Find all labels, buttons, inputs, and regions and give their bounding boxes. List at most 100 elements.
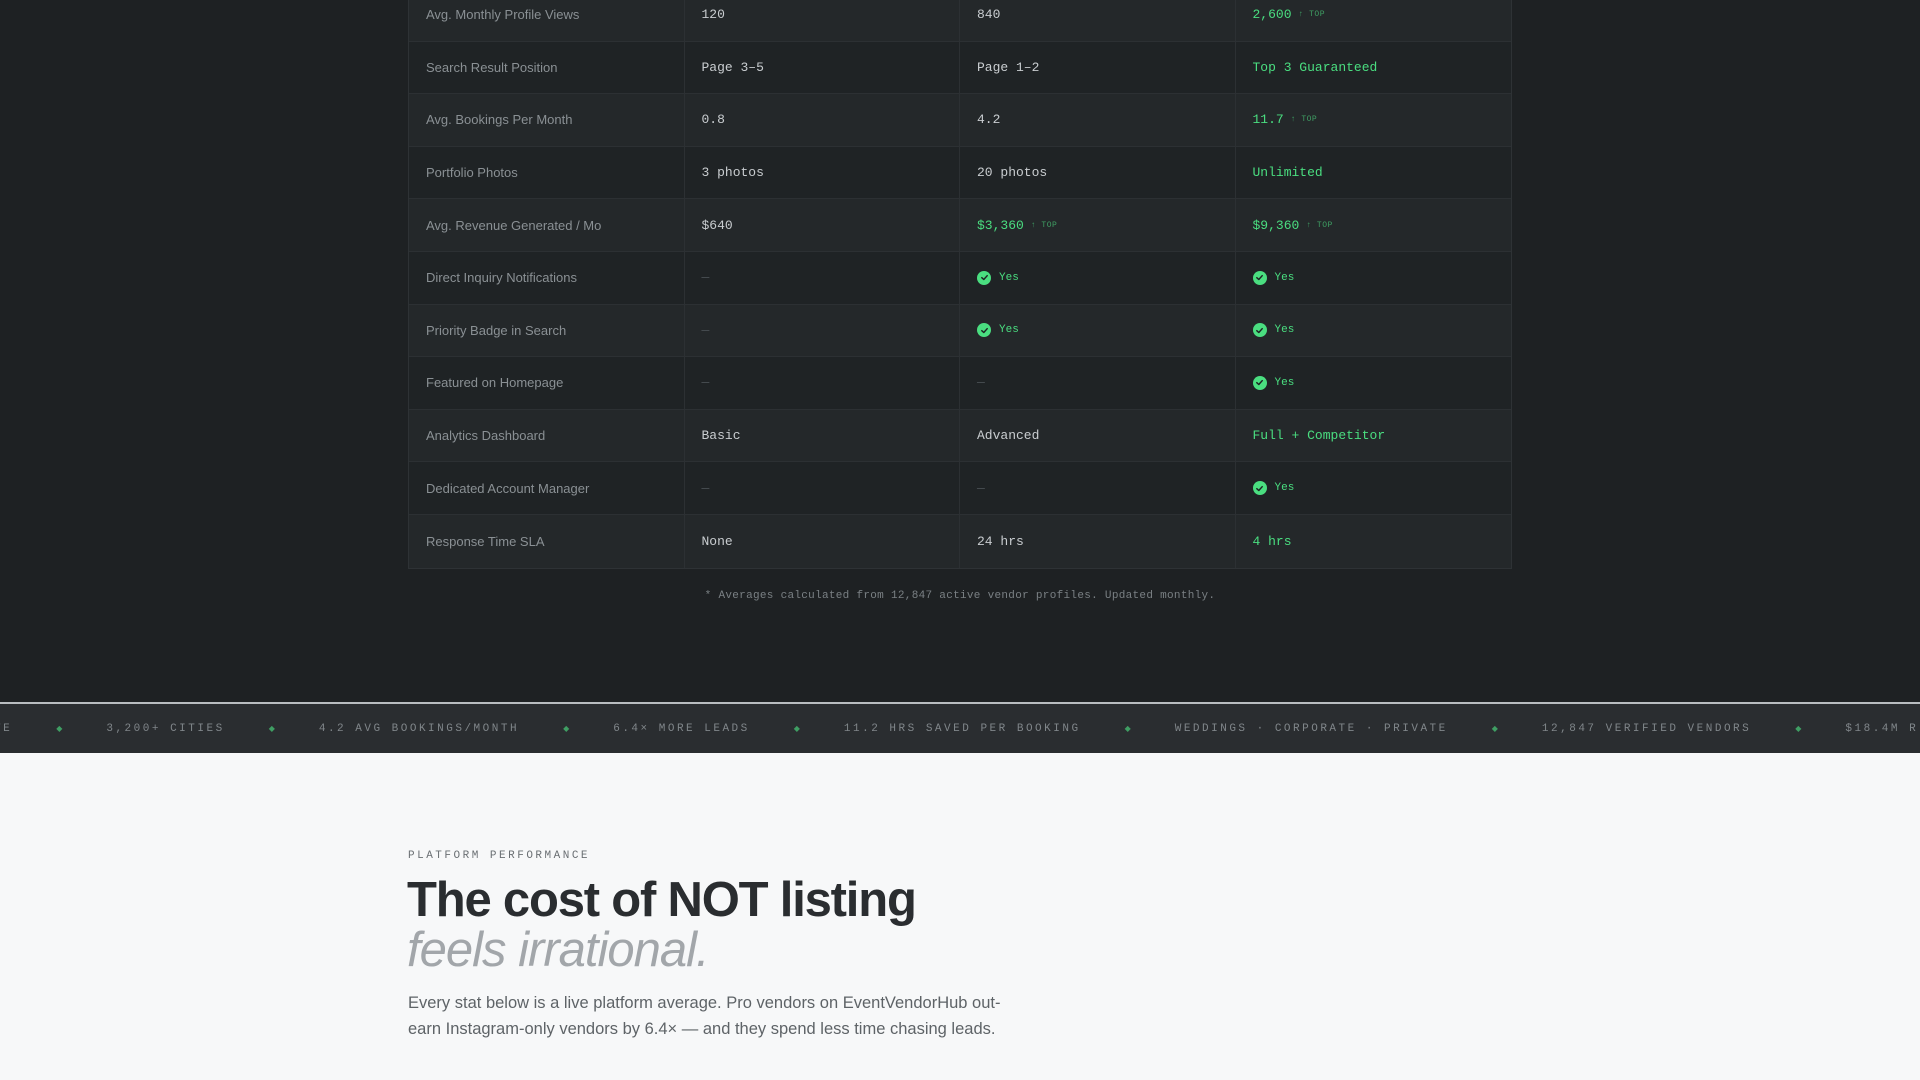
stats-ticker: TE ◆ 3,200+ CITIES ◆ 4.2 AVG BOOKINGS/MONTH ◆… xyxy=(0,702,1920,753)
table-row: Search Result Position Page 3–5 Page 1–2 To… xyxy=(409,41,1512,95)
ticker-item: 3,200+ CITIES xyxy=(106,722,225,735)
diamond-icon: ◆ xyxy=(563,724,570,733)
table-cell: — xyxy=(685,357,960,409)
table-cell: Top 3 Guaranteed xyxy=(1236,42,1512,94)
table-cell: Basic xyxy=(685,409,960,462)
cell-value: $3,360 xyxy=(977,217,1024,233)
diamond-icon: ◆ xyxy=(1491,724,1498,733)
table-row: Avg. Bookings Per Month 0.8 4.2 11.7 ↑ TOP xyxy=(409,94,1511,147)
table-cell: Page 1–2 xyxy=(960,41,1236,94)
table-footnote: * Averages calculated from 12,847 active… xyxy=(704,590,1216,602)
cell-value: 0.8 xyxy=(701,112,725,128)
cell-value: 11.7 xyxy=(1252,112,1284,128)
cell-value: Page 3–5 xyxy=(701,59,764,75)
section-headline-italic: feels irrational. xyxy=(407,923,710,977)
diamond-icon: ◆ xyxy=(56,724,63,733)
yes-label: Yes xyxy=(1274,376,1295,389)
table-row: Response Time SLA None 24 hrs 4 hrs xyxy=(409,514,1511,568)
table-cell: None xyxy=(685,514,960,568)
comparison-table: Avg. Monthly Profile Views 120 840 2,600 ↑ T… xyxy=(408,0,1512,569)
section-headline: The cost of NOT listing xyxy=(407,873,917,927)
row-label: Dedicated Account Manager xyxy=(409,462,685,514)
row-label: Direct Inquiry Notifications xyxy=(409,251,685,304)
cell-value: Page 1–2 xyxy=(977,59,1040,75)
table-cell: $9,360 ↑ TOP xyxy=(1236,199,1512,251)
table-cell: 120 xyxy=(685,0,960,41)
row-label: Avg. Revenue Generated / Mo xyxy=(409,199,685,251)
table-cell: 2,600 ↑ TOP xyxy=(1236,0,1512,41)
check-icon xyxy=(977,270,991,285)
row-label: Featured on Homepage xyxy=(409,357,685,409)
table-cell: — xyxy=(685,251,960,304)
table-cell: 11.7 ↑ TOP xyxy=(1236,94,1512,146)
check-icon xyxy=(977,323,991,338)
section-lead: Every stat below is a live platform aver… xyxy=(408,994,1001,1038)
table-cell: Page 3–5 xyxy=(685,41,960,94)
cell-value: — xyxy=(701,270,710,286)
top-tag: ↑ TOP xyxy=(1290,115,1318,125)
table-row: Portfolio Photos 3 photos 20 photos Unlimit… xyxy=(409,146,1512,200)
diamond-icon: ◆ xyxy=(1795,724,1802,733)
cell-value: 4 hrs xyxy=(1252,533,1292,549)
table-row: Avg. Revenue Generated / Mo $640 $3,360 ↑ T… xyxy=(409,199,1511,252)
yes-label: Yes xyxy=(999,271,1019,284)
cell-value: — xyxy=(977,480,985,496)
cell-value: — xyxy=(701,322,710,338)
check-icon xyxy=(1252,270,1267,285)
check-icon xyxy=(1252,323,1267,338)
diamond-icon: ◆ xyxy=(268,724,275,733)
comparison-section: Avg. Monthly Profile Views 120 840 2,600 ↑ T… xyxy=(0,0,1920,702)
check-icon xyxy=(1252,375,1267,390)
cell-value: 4.2 xyxy=(977,112,1001,128)
ticker-item: WEDDINGS · CORPORATE · PRIVATE xyxy=(1174,722,1448,735)
yes-label: Yes xyxy=(1274,324,1295,337)
table-cell: Yes xyxy=(1236,305,1512,357)
table-cell: Yes xyxy=(960,304,1236,357)
row-label: Avg. Bookings Per Month xyxy=(409,94,685,146)
table-cell: 24 hrs xyxy=(960,514,1236,568)
cell-value: Advanced xyxy=(977,428,1040,444)
yes-indicator: Yes xyxy=(1252,323,1295,338)
cell-value: 2,600 xyxy=(1252,7,1292,23)
ticker-item: 12,847 VERIFIED VENDORS xyxy=(1541,722,1752,735)
yes-indicator: Yes xyxy=(977,270,1019,285)
ticker-item: $18.4M R xyxy=(1845,722,1919,735)
cell-value: — xyxy=(701,375,710,391)
table-cell: Unlimited xyxy=(1236,147,1512,199)
yes-indicator: Yes xyxy=(1252,375,1295,390)
cell-value: Unlimited xyxy=(1252,165,1323,181)
top-tag: ↑ TOP xyxy=(1030,220,1058,230)
table-cell: $640 xyxy=(685,199,960,251)
table-cell: 20 photos xyxy=(960,146,1236,199)
ticker-item: 11.2 HRS SAVED PER BOOKING xyxy=(843,722,1081,735)
cell-value: 840 xyxy=(977,7,1001,23)
cell-value: None xyxy=(701,533,733,549)
cell-value: $9,360 xyxy=(1252,217,1300,233)
table-cell: — xyxy=(685,462,960,514)
table-cell: 840 xyxy=(960,0,1236,41)
table-cell: 0.8 xyxy=(685,94,960,146)
yes-label: Yes xyxy=(1274,482,1295,495)
table-row: Priority Badge in Search — Yes Yes xyxy=(409,304,1512,358)
table-row: Analytics Dashboard Basic Advanced Full + C… xyxy=(409,409,1511,463)
yes-indicator: Yes xyxy=(1252,270,1294,285)
table-cell: — xyxy=(960,357,1236,409)
row-label: Search Result Position xyxy=(409,41,685,94)
diamond-icon: ◆ xyxy=(1124,724,1131,733)
table-cell: Yes xyxy=(1236,357,1512,409)
cell-value: Full + Competitor xyxy=(1252,428,1386,444)
cell-value: $640 xyxy=(701,217,733,233)
yes-indicator: Yes xyxy=(1252,481,1295,496)
cell-value: 24 hrs xyxy=(977,533,1024,549)
row-label: Avg. Monthly Profile Views xyxy=(409,0,685,41)
table-cell: 3 photos xyxy=(685,146,960,199)
yes-label: Yes xyxy=(999,324,1019,337)
cell-value: 20 photos xyxy=(977,165,1048,181)
table-row: Featured on Homepage — — Yes xyxy=(409,357,1511,410)
cell-value: Basic xyxy=(701,428,741,444)
ticker-item: 6.4× MORE LEADS xyxy=(613,722,750,735)
ticker-item: 4.2 AVG BOOKINGS/MONTH xyxy=(318,722,520,735)
table-row: Dedicated Account Manager — — Yes xyxy=(409,462,1511,515)
ticker-item: TE xyxy=(0,722,13,735)
ticker-track: TE ◆ 3,200+ CITIES ◆ 4.2 AVG BOOKINGS/MONTH ◆… xyxy=(0,704,1918,753)
